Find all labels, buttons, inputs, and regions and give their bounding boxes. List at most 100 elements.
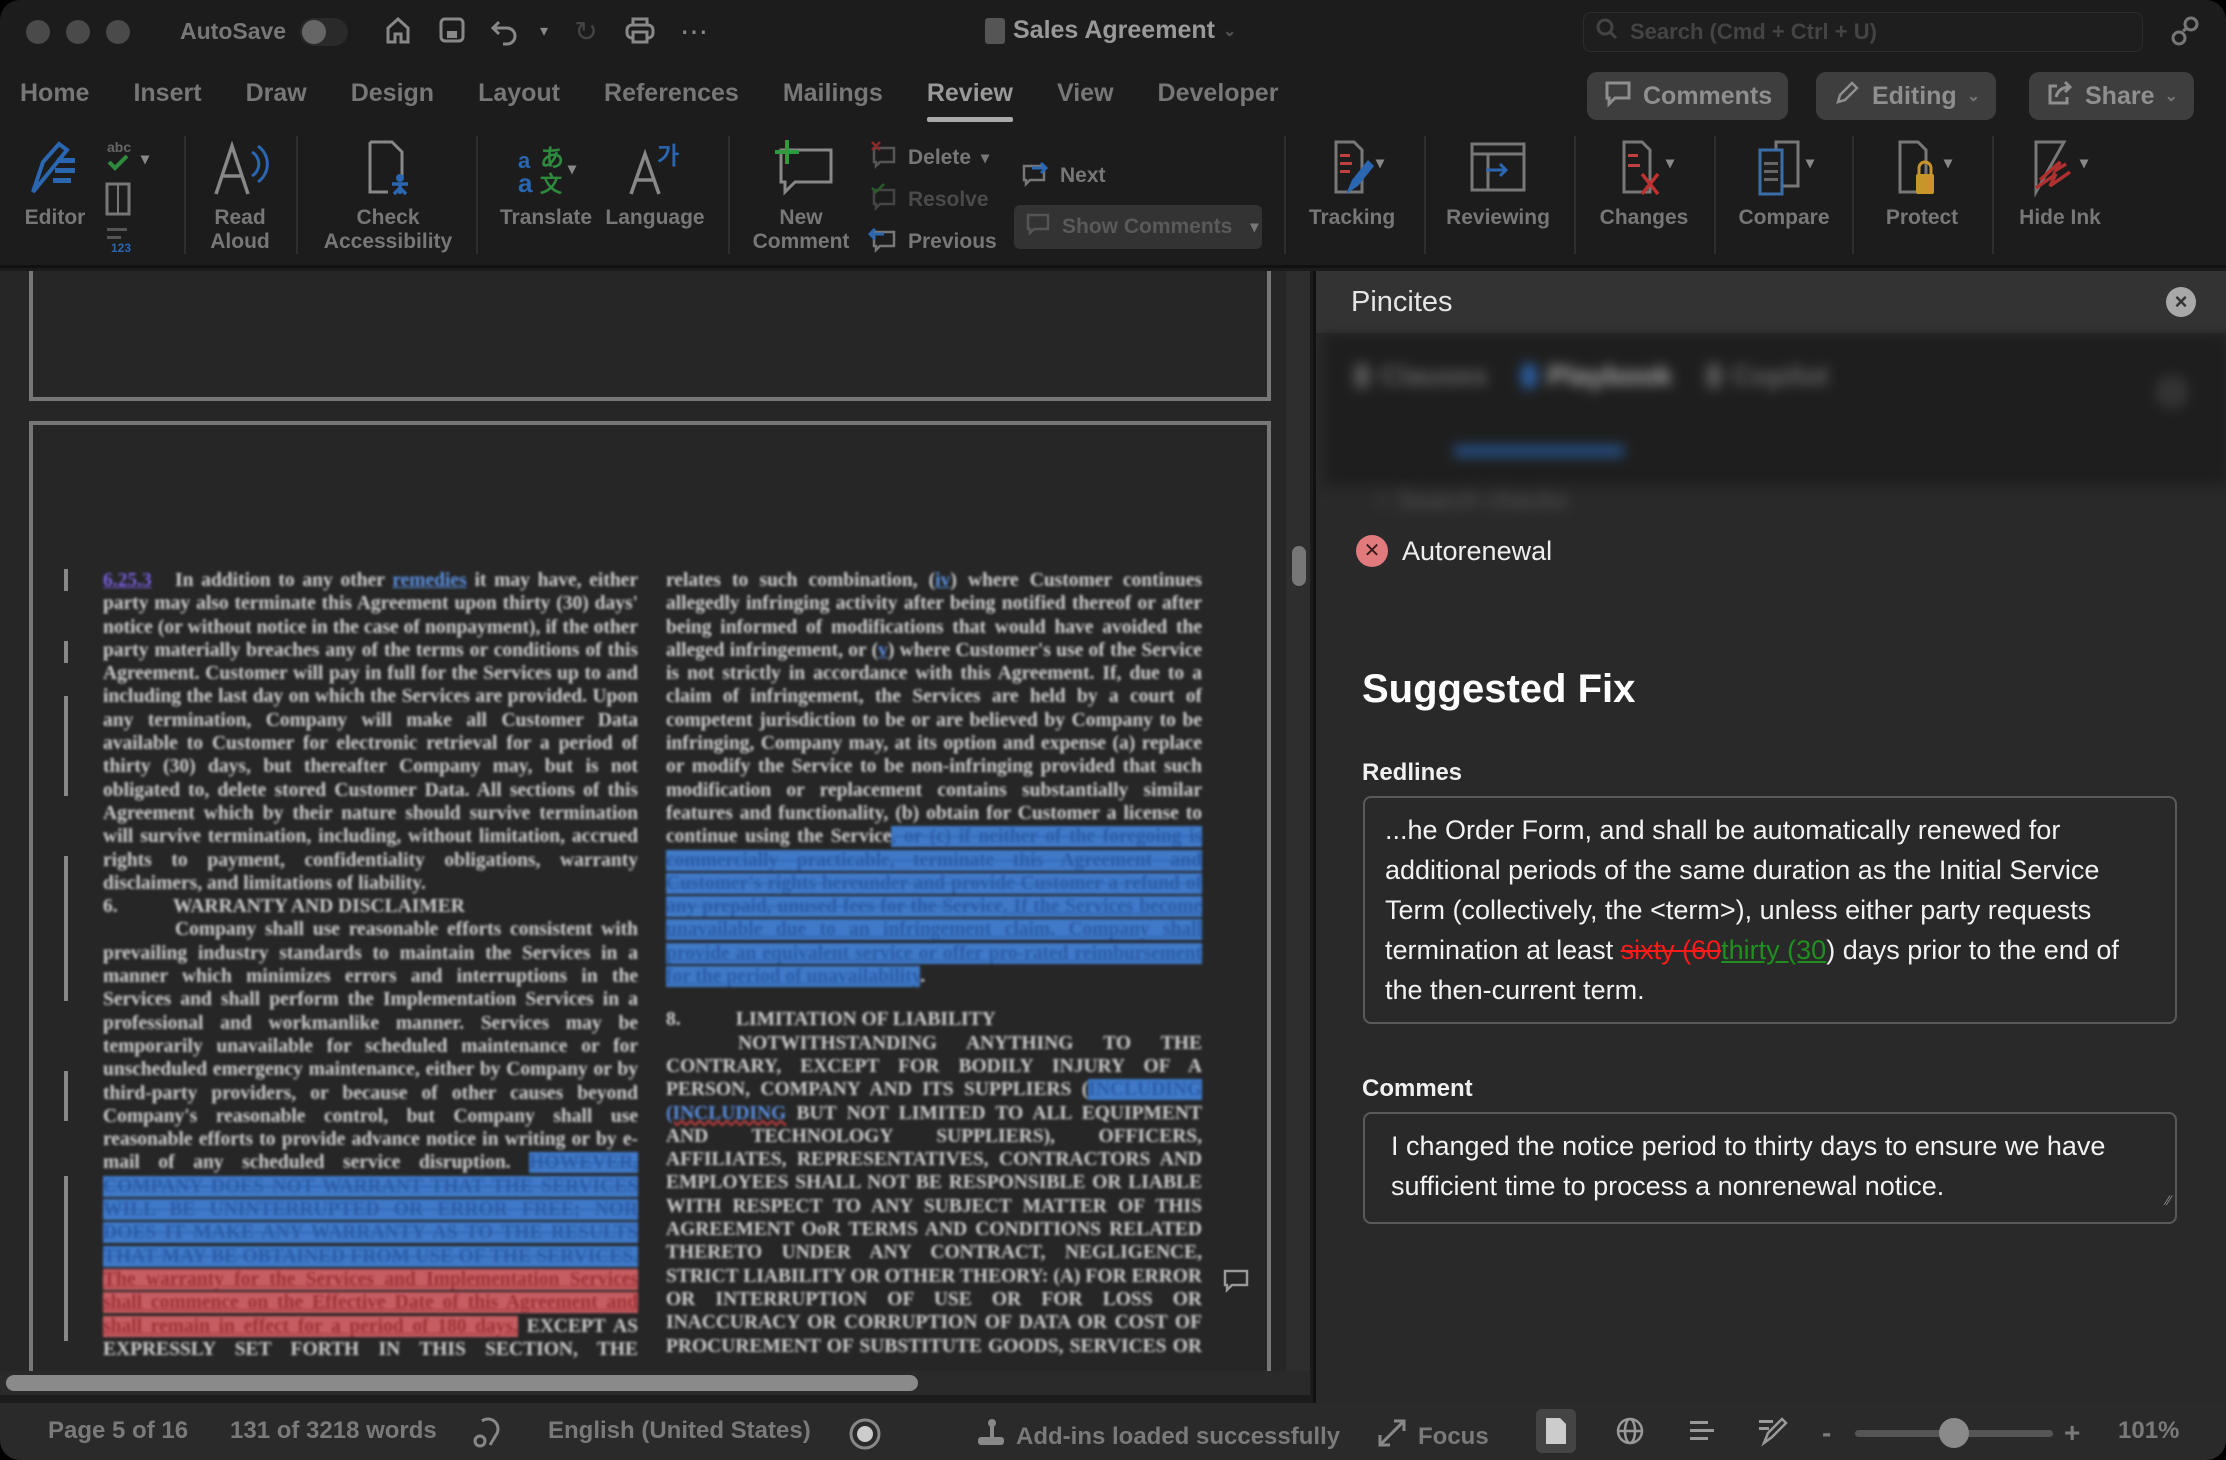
spelling-grammar-button[interactable]: abc ▾ 123 — [96, 134, 166, 260]
search-input[interactable]: Search (Cmd + Ctrl + U) — [1583, 12, 2143, 52]
change-bar — [64, 1071, 68, 1121]
redline-deletion: sixty (60 — [1620, 935, 1722, 965]
document-title[interactable]: Sales Agreement ⌄ — [985, 16, 1236, 45]
word-count[interactable]: 131 of 3218 words — [230, 1417, 437, 1445]
change-bar — [64, 641, 68, 663]
minimize-window-button[interactable] — [66, 20, 90, 44]
chevron-down-icon: ▾ — [981, 150, 990, 167]
document-left-column[interactable]: 6.25.3 In addition to any other remedies… — [103, 569, 638, 1359]
zoom-level[interactable]: 101% — [2118, 1417, 2179, 1445]
undo-dropdown-icon[interactable]: ▾ — [526, 14, 562, 50]
tab-insert[interactable]: Insert — [111, 70, 223, 120]
compare-button[interactable]: ▾ Compare — [1732, 138, 1836, 230]
error-x-icon: ✕ — [1356, 535, 1388, 567]
svg-text:가: 가 — [657, 143, 679, 170]
pane-tab-copilot[interactable]: Copilot — [1705, 360, 1828, 392]
change-bar — [64, 569, 68, 591]
tab-layout[interactable]: Layout — [456, 70, 582, 120]
accessibility-status-icon[interactable] — [848, 1417, 882, 1451]
zoom-in-button[interactable]: + — [2064, 1417, 2080, 1449]
autosave-toggle[interactable] — [300, 18, 348, 46]
svg-text:▾: ▾ — [567, 161, 577, 178]
translate-button[interactable]: a a あ文 ▾ Translate — [496, 138, 596, 230]
document-right-column[interactable]: relates to such combination, (iv) where … — [666, 569, 1202, 1359]
comment-marker-icon[interactable] — [1222, 1268, 1250, 1294]
document-page-previous — [29, 271, 1271, 401]
tab-review[interactable]: Review — [905, 70, 1035, 122]
language-button[interactable]: 가 Language — [603, 138, 707, 230]
redo-icon[interactable]: ↻ — [568, 14, 604, 50]
tracking-button[interactable]: ▾ Tracking — [1300, 138, 1404, 230]
next-comment-button[interactable]: Next — [1020, 158, 1106, 194]
scrollbar-thumb[interactable] — [6, 1375, 918, 1391]
focus-button[interactable]: Focus — [1376, 1417, 1489, 1456]
vertical-scrollbar[interactable] — [1286, 271, 1310, 1371]
zoom-out-button[interactable]: - — [1822, 1417, 1831, 1449]
comment-textarea[interactable]: I changed the notice period to thirty da… — [1363, 1112, 2177, 1224]
proofing-icon[interactable] — [470, 1417, 502, 1449]
language-status[interactable]: English (United States) — [548, 1417, 811, 1445]
read-aloud-button[interactable]: Read Aloud — [200, 138, 280, 254]
print-layout-view-button[interactable] — [1536, 1409, 1576, 1453]
more-options-icon[interactable]: ⋯ — [676, 14, 712, 50]
tab-references[interactable]: References — [582, 70, 761, 120]
tab-view[interactable]: View — [1035, 70, 1136, 120]
lock-icon: ▾ — [1892, 138, 1953, 198]
maximize-window-button[interactable] — [106, 20, 130, 44]
editing-mode-button[interactable]: Editing ⌄ — [1816, 72, 1997, 120]
draft-view-button[interactable] — [1752, 1409, 1792, 1453]
issue-item[interactable]: ✕ Autorenewal — [1356, 535, 1552, 567]
home-icon[interactable] — [380, 14, 416, 50]
pane-tab-playbook[interactable]: Playbook — [1521, 360, 1672, 392]
change-bar — [64, 856, 68, 1001]
changes-icon: ▾ — [1614, 138, 1675, 198]
pane-tab-clauses[interactable]: Clauses — [1354, 360, 1487, 392]
tab-mailings[interactable]: Mailings — [761, 70, 905, 120]
print-icon[interactable] — [622, 14, 658, 50]
horizontal-scrollbar[interactable] — [0, 1371, 1310, 1395]
addins-icon — [974, 1417, 1006, 1456]
svg-text:▾: ▾ — [1665, 155, 1675, 172]
scrollbar-thumb[interactable] — [1292, 546, 1306, 586]
comments-button[interactable]: Comments — [1587, 72, 1789, 120]
changes-button[interactable]: ▾ Changes — [1592, 138, 1696, 230]
translate-icon: a a あ文 ▾ — [516, 138, 577, 198]
web-layout-view-button[interactable] — [1610, 1409, 1650, 1453]
chevron-down-icon[interactable]: ▾ — [1250, 217, 1258, 237]
close-window-button[interactable] — [26, 20, 50, 44]
svg-text:▾: ▾ — [2079, 155, 2089, 172]
new-comment-button[interactable]: New Comment — [746, 138, 856, 254]
redline-insertion: thirty (30 — [1721, 935, 1827, 965]
zoom-slider-thumb[interactable] — [1939, 1418, 1970, 1448]
pane-settings-icon[interactable] — [2155, 375, 2189, 409]
save-icon[interactable] — [434, 14, 470, 50]
title-bar: AutoSave ▾ ↻ ⋯ Sales Agreement ⌄ Search … — [0, 0, 2226, 64]
delete-comment-button[interactable]: Delete ▾ — [868, 140, 989, 176]
page-count[interactable]: Page 5 of 16 — [48, 1417, 188, 1445]
previous-comment-button[interactable]: Previous — [867, 224, 997, 260]
checks-search-input[interactable]: ○ Search checks — [1374, 485, 1567, 516]
resize-handle-icon[interactable]: ⁄⁄ — [2166, 1180, 2171, 1220]
tab-home[interactable]: Home — [0, 70, 111, 120]
check-accessibility-button[interactable]: Check Accessibility — [318, 138, 458, 254]
share-button[interactable]: Share ⌄ — [2029, 72, 2194, 120]
addins-status[interactable]: Add-ins loaded successfully — [974, 1417, 1340, 1456]
reviewing-button[interactable]: Reviewing — [1440, 138, 1556, 230]
close-pane-button[interactable]: × — [2166, 287, 2196, 317]
tab-developer[interactable]: Developer — [1136, 70, 1301, 120]
resolve-comment-button[interactable]: Resolve — [868, 182, 989, 218]
outline-view-button[interactable] — [1682, 1409, 1722, 1453]
comment-icon — [1603, 78, 1633, 115]
hide-ink-button[interactable]: ▾ Hide Ink — [2010, 138, 2110, 230]
show-comments-button[interactable]: Show Comments ▾ — [1014, 205, 1262, 249]
redlines-box[interactable]: ...he Order Form, and shall be automatic… — [1363, 796, 2177, 1024]
undo-icon[interactable] — [488, 14, 524, 50]
collaborate-icon[interactable] — [2165, 14, 2205, 50]
tab-design[interactable]: Design — [329, 70, 456, 120]
tab-draw[interactable]: Draw — [224, 70, 329, 120]
document-canvas[interactable]: 6.25.3 In addition to any other remedies… — [0, 271, 1310, 1371]
svg-text:▾: ▾ — [1943, 155, 1953, 172]
accessibility-icon — [358, 138, 418, 198]
protect-button[interactable]: ▾ Protect — [1872, 138, 1972, 230]
editor-button[interactable]: Editor — [18, 138, 92, 230]
